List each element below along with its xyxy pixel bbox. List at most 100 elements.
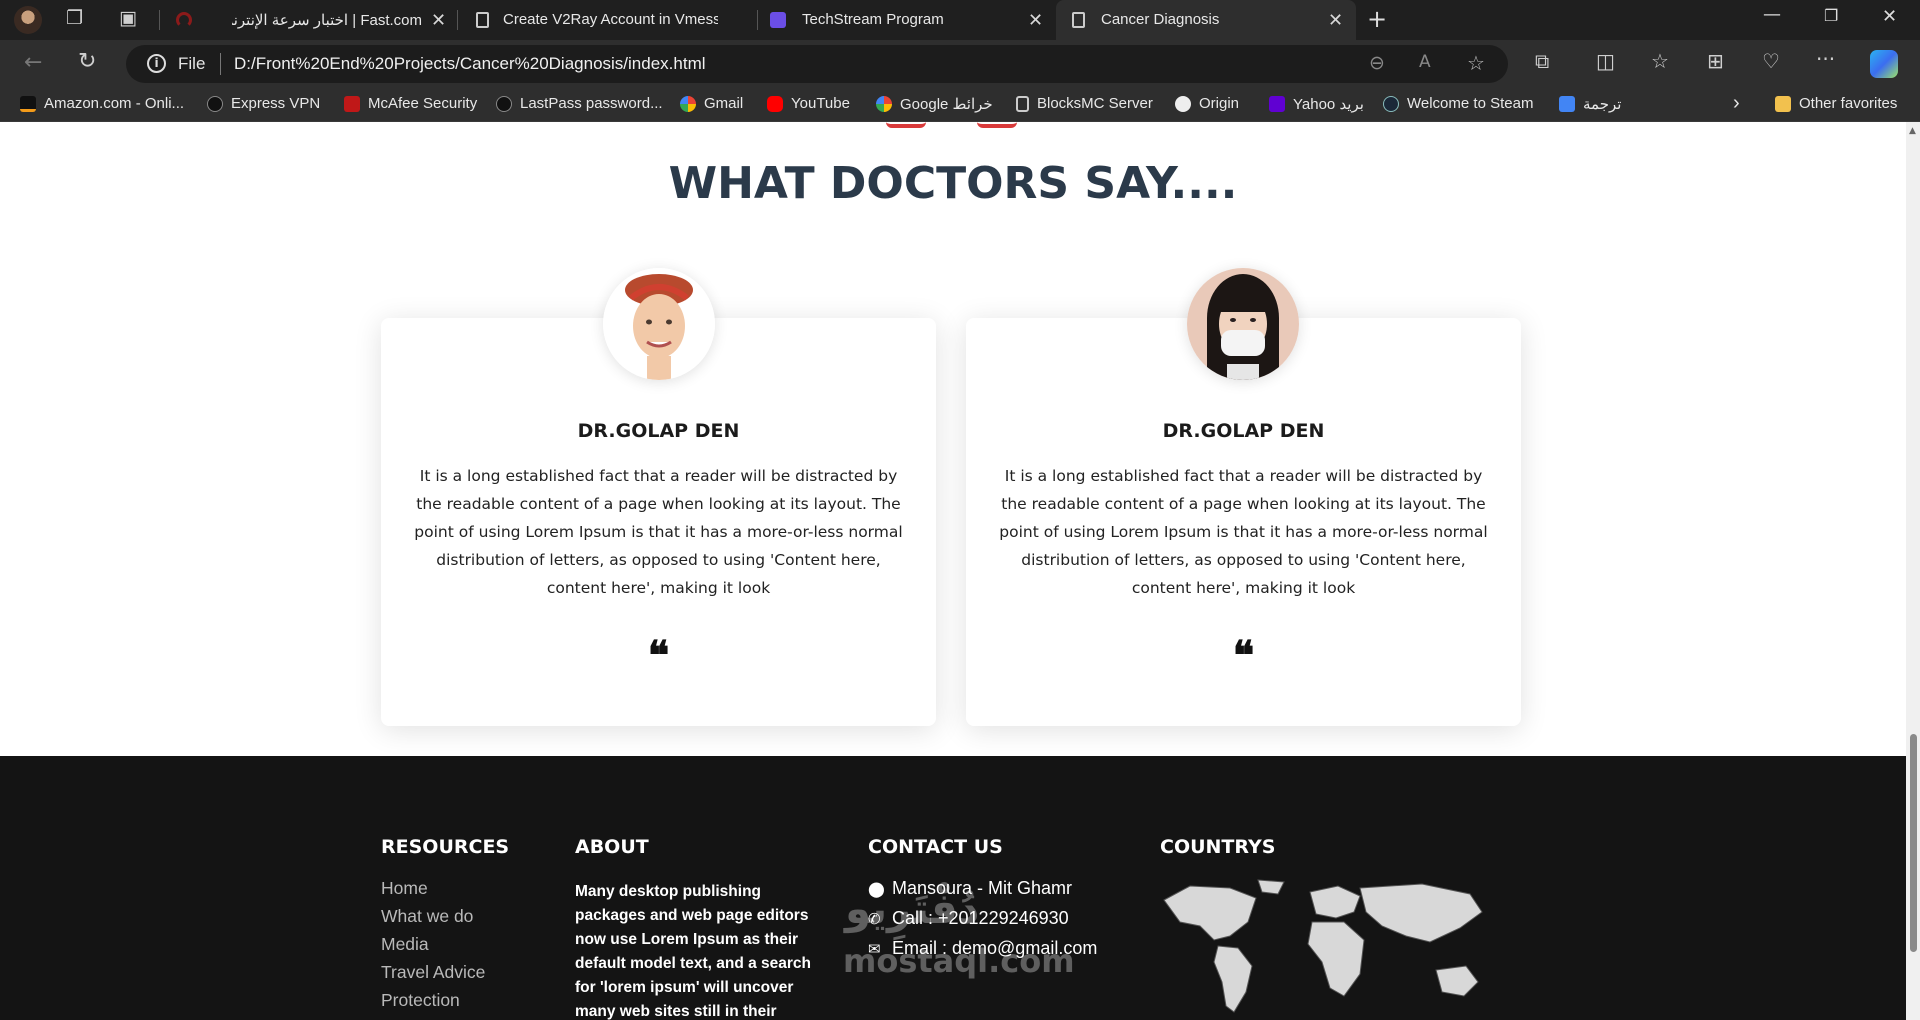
- tab-strip: ❐ ▣ Fast.com | اختبار سرعة الإنترنت ✕ Cr…: [0, 0, 1920, 40]
- footer-link-home[interactable]: Home: [381, 878, 428, 899]
- new-tab-icon[interactable]: +: [1367, 5, 1387, 33]
- google-icon: [680, 95, 696, 112]
- tab-label: Cancer Diagnosis: [1101, 11, 1220, 28]
- tab-label: TechStream Program: [802, 11, 944, 28]
- quote-icon: ❝: [1232, 632, 1255, 679]
- favorites-icon[interactable]: ☆: [1651, 49, 1669, 73]
- browser-essentials-icon[interactable]: ♡: [1762, 49, 1780, 73]
- bookmarks-bar: Amazon.com - Onli... Express VPN McAfee …: [0, 88, 1920, 122]
- hp-icon: [207, 95, 223, 112]
- bookmark-translate[interactable]: ترجمة: [1559, 95, 1621, 113]
- doctor-avatar: [1187, 268, 1299, 380]
- watermark-mostaql: mostaql.com: [843, 942, 1075, 980]
- ea-icon: [1175, 95, 1191, 112]
- translate-icon: [1559, 96, 1575, 112]
- about-heading: ABOUT: [575, 836, 649, 858]
- bookmark-blocksmc[interactable]: BlocksMC Server: [1016, 95, 1153, 112]
- bookmark-steam[interactable]: Welcome to Steam: [1383, 95, 1533, 112]
- split-screen-icon[interactable]: ◫: [1596, 49, 1615, 73]
- steam-icon: [1383, 95, 1399, 112]
- page-viewport: WHAT DOCTORS SAY.... DR.GOLAP DEN It is …: [0, 122, 1906, 1020]
- decorative-arc: [886, 122, 926, 128]
- google-icon: [876, 96, 892, 112]
- tab-fast[interactable]: Fast.com | اختبار سرعة الإنترنت ✕: [160, 0, 455, 40]
- amazon-icon: [20, 95, 36, 112]
- tab-techstream[interactable]: TechStream Program ✕: [758, 0, 1053, 40]
- navigation-toolbar: ← ↻ i File D:/Front%20End%20Projects/Can…: [0, 40, 1920, 88]
- world-map-icon: [1163, 879, 1483, 1013]
- masked-woman-portrait-icon: [1187, 268, 1299, 380]
- restore-icon[interactable]: ❐: [1824, 6, 1838, 25]
- bookmark-google-maps[interactable]: Google خرائط: [876, 95, 993, 113]
- bookmark-yahoo[interactable]: Yahoo بريد: [1269, 95, 1364, 113]
- close-icon[interactable]: ✕: [431, 10, 446, 31]
- tab-cancer-diagnosis[interactable]: Cancer Diagnosis ✕: [1056, 0, 1356, 40]
- footer-link-what-we-do[interactable]: What we do: [381, 906, 473, 927]
- extensions-icon[interactable]: ⧉: [1535, 49, 1549, 73]
- doctor-avatar: [603, 268, 715, 380]
- other-favorites[interactable]: Other favorites: [1775, 95, 1897, 112]
- refresh-icon[interactable]: ↻: [78, 49, 96, 74]
- quote-icon: ❝: [647, 632, 670, 679]
- more-menu-icon[interactable]: ···: [1816, 47, 1835, 71]
- list-icon: [770, 12, 786, 28]
- browser-window: ❐ ▣ Fast.com | اختبار سرعة الإنترنت ✕ Cr…: [0, 0, 1920, 1020]
- scrollbar-thumb[interactable]: [1910, 734, 1917, 952]
- page-scrollbar[interactable]: ▲: [1906, 122, 1920, 1020]
- tab-label: Create V2Ray Account in Vmess: [503, 11, 718, 28]
- tab-label: Fast.com | اختبار سرعة الإنترنت: [232, 12, 422, 29]
- zoom-out-icon[interactable]: ⊖: [1369, 52, 1385, 74]
- bookmark-gmail[interactable]: Gmail: [680, 95, 743, 112]
- info-icon[interactable]: i: [147, 54, 166, 73]
- countries-heading: COUNTRYS: [1160, 836, 1276, 858]
- collections-icon[interactable]: ⊞: [1707, 49, 1724, 73]
- contact-heading: CONTACT US: [868, 836, 1003, 858]
- doctor-name: DR.GOLAP DEN: [1162, 420, 1325, 442]
- scheme-label: File: [178, 54, 206, 73]
- youtube-icon: [767, 95, 783, 112]
- minimize-icon[interactable]: —: [1763, 4, 1781, 25]
- page-icon: [476, 12, 489, 28]
- doctor-testimonial: It is a long established fact that a rea…: [414, 467, 903, 597]
- folder-icon: [1775, 95, 1791, 112]
- bookmark-youtube[interactable]: YouTube: [767, 95, 850, 112]
- bookmarks-overflow-chevron-icon[interactable]: ›: [1733, 92, 1740, 115]
- close-icon[interactable]: ✕: [1028, 10, 1043, 31]
- url-text[interactable]: D:/Front%20End%20Projects/Cancer%20Diagn…: [234, 54, 706, 74]
- address-bar[interactable]: i File D:/Front%20End%20Projects/Cancer%…: [126, 45, 1508, 83]
- footer-link-travel-advice[interactable]: Travel Advice: [381, 962, 485, 983]
- footer-link-protection[interactable]: Protection: [381, 990, 460, 1011]
- page-icon: [1016, 95, 1029, 112]
- copilot-icon[interactable]: [1870, 50, 1898, 78]
- bookmark-mcafee[interactable]: McAfee Security: [344, 95, 477, 112]
- watermark-arabic: دُفْتَرِيو: [845, 884, 980, 933]
- vertical-tabs-icon[interactable]: ▣: [119, 7, 137, 29]
- bookmark-origin[interactable]: Origin: [1175, 95, 1239, 112]
- read-aloud-icon[interactable]: A: [1419, 52, 1431, 72]
- tab-v2ray[interactable]: Create V2Ray Account in Vmess: [458, 0, 753, 40]
- address-divider: [220, 53, 221, 75]
- close-icon[interactable]: ✕: [1328, 10, 1343, 31]
- resources-heading: RESOURCES: [381, 836, 510, 858]
- favorite-star-icon[interactable]: ☆: [1467, 51, 1485, 75]
- decorative-arc: [977, 122, 1017, 128]
- bookmark-express-vpn[interactable]: Express VPN: [207, 95, 320, 112]
- mcafee-icon: [344, 95, 360, 112]
- speedometer-icon: [176, 12, 192, 28]
- profile-avatar[interactable]: [14, 6, 42, 34]
- woman-portrait-icon: [603, 268, 715, 380]
- about-text: Many desktop publishing packages and web…: [575, 883, 812, 1020]
- doctor-name: DR.GOLAP DEN: [577, 420, 740, 442]
- page-icon: [1072, 12, 1085, 28]
- scroll-up-arrow-icon[interactable]: ▲: [1909, 126, 1916, 136]
- bookmark-amazon[interactable]: Amazon.com - Onli...: [20, 95, 184, 112]
- workspaces-icon[interactable]: ❐: [66, 7, 83, 29]
- yahoo-icon: [1269, 96, 1285, 112]
- footer-link-media[interactable]: Media: [381, 934, 429, 955]
- hp-icon: [496, 95, 512, 112]
- back-icon[interactable]: ←: [24, 50, 42, 75]
- site-footer: RESOURCES Home What we do Media Travel A…: [0, 756, 1906, 1020]
- bookmark-lastpass[interactable]: LastPass password...: [496, 95, 663, 112]
- section-heading: WHAT DOCTORS SAY....: [668, 158, 1238, 209]
- close-window-icon[interactable]: ✕: [1882, 6, 1897, 27]
